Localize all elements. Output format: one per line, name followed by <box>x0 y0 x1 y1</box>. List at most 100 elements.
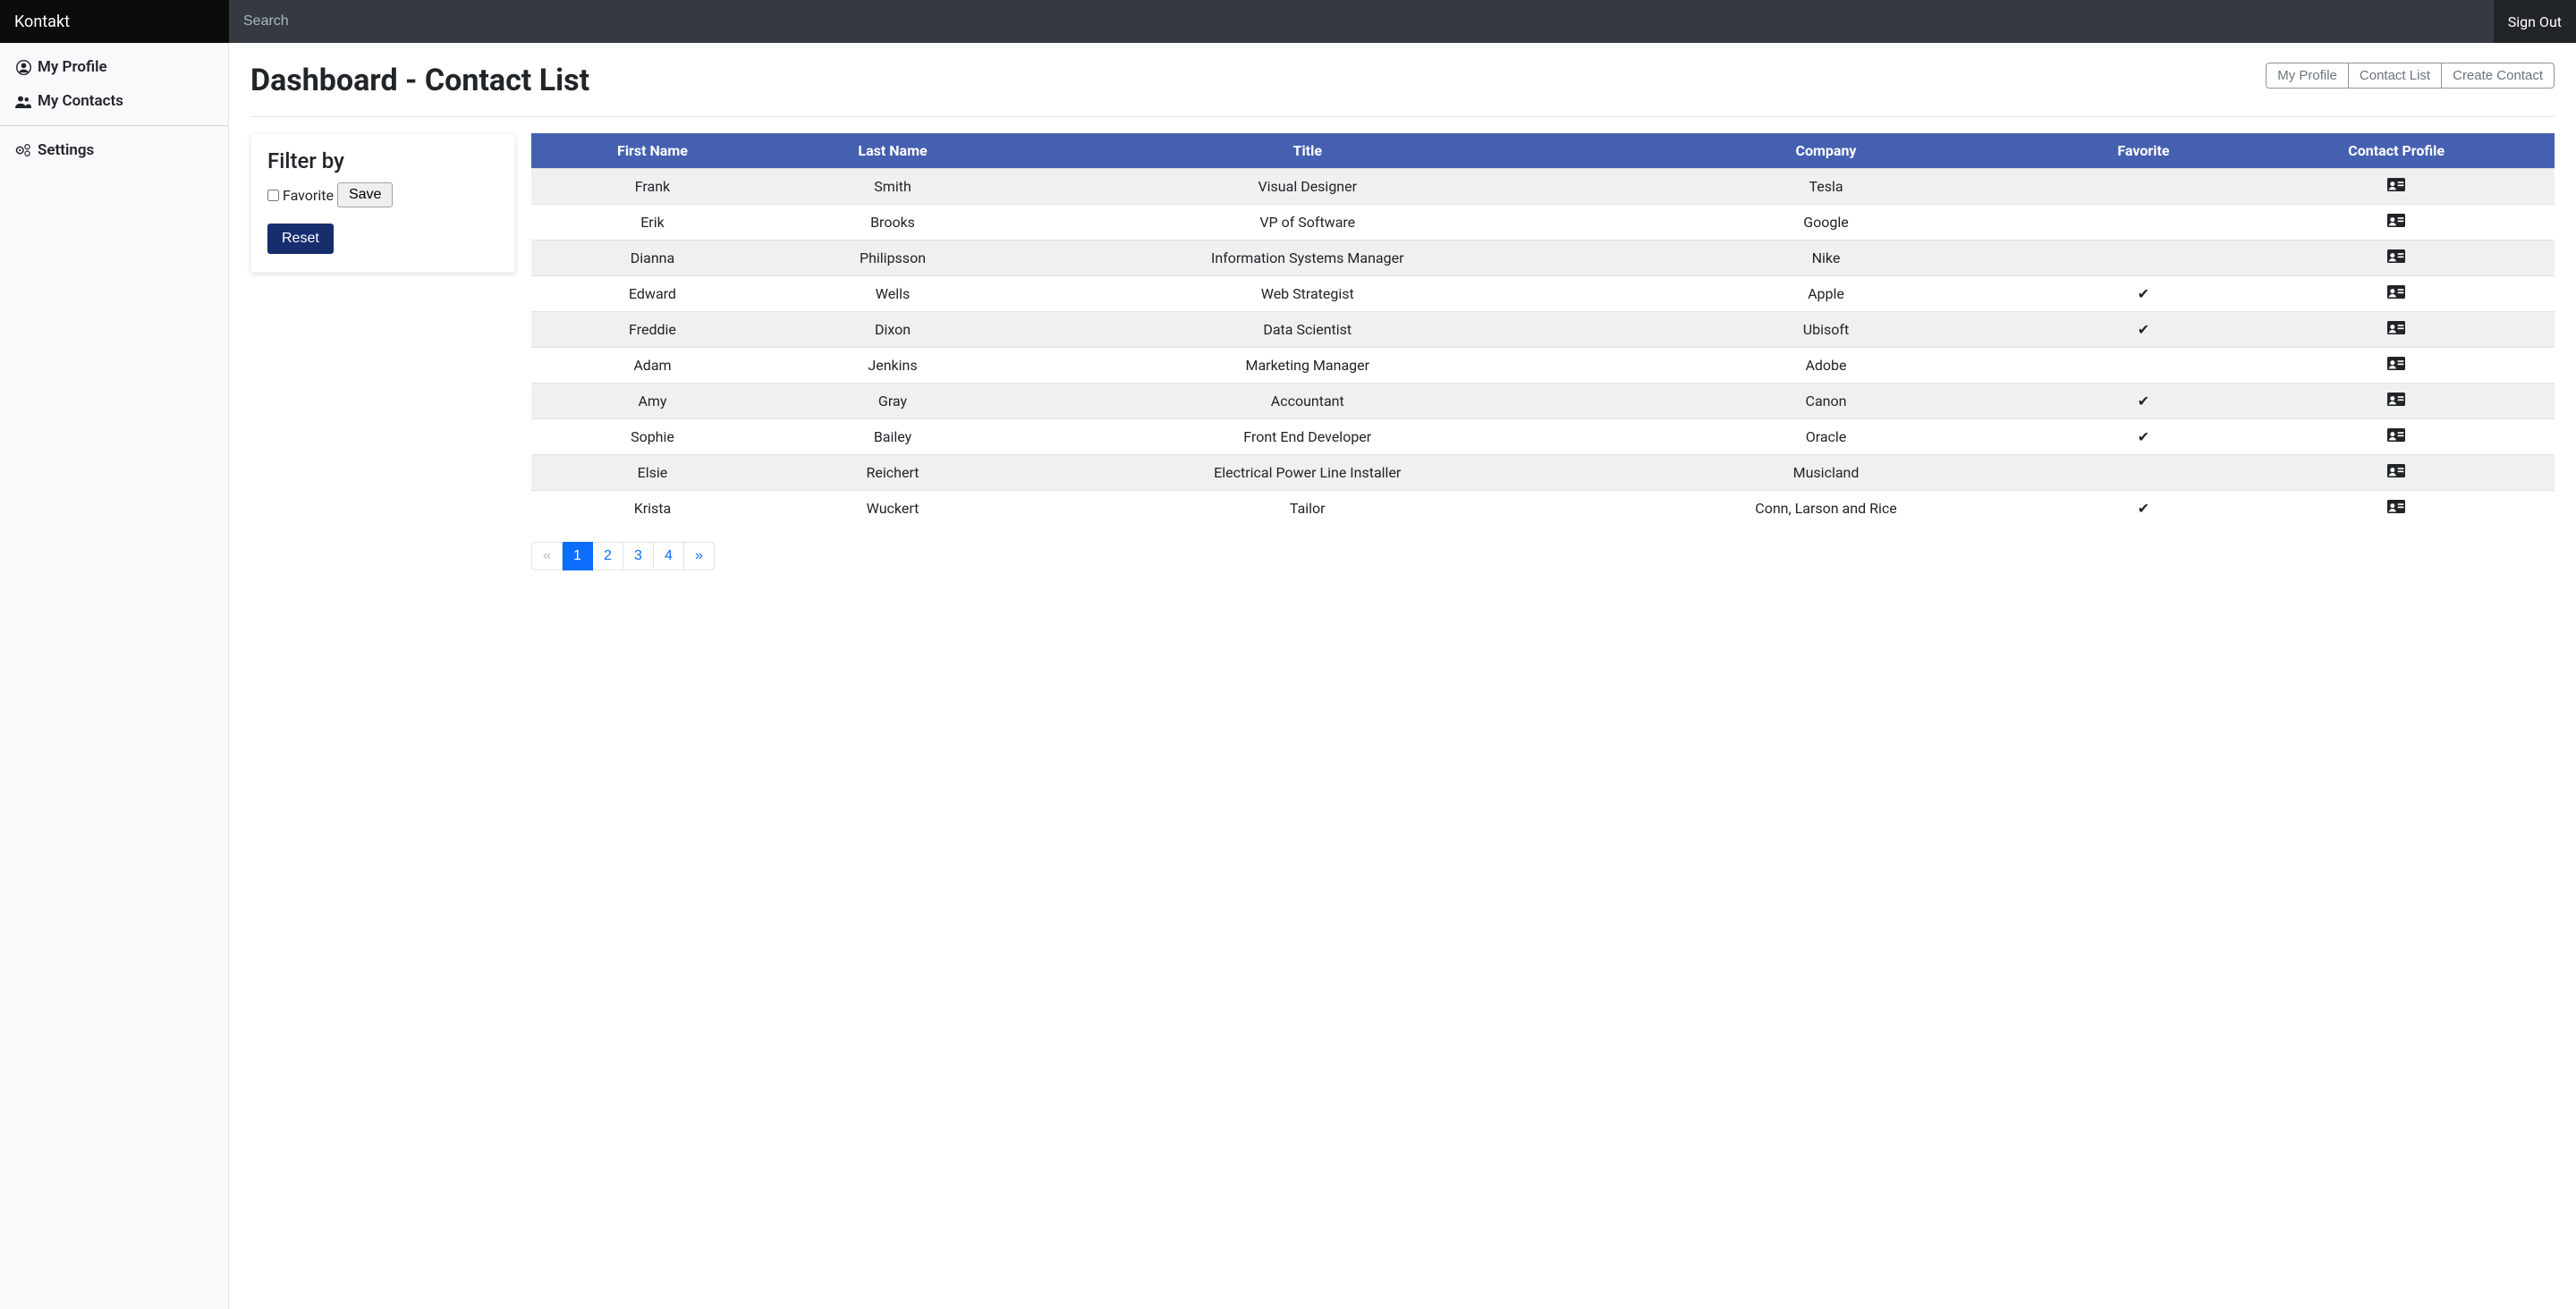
cell-last-name: Brooks <box>774 205 1012 241</box>
table-row: AdamJenkinsMarketing ManagerAdobe <box>531 348 2555 384</box>
cell-favorite <box>2049 169 2239 205</box>
cell-last-name: Jenkins <box>774 348 1012 384</box>
filter-row: Favorite Save <box>267 182 498 207</box>
id-card-icon[interactable] <box>2387 178 2405 191</box>
cell-first-name: Freddie <box>531 312 774 348</box>
create-contact-button[interactable]: Create Contact <box>2442 63 2555 89</box>
cell-company: Ubisoft <box>1603 312 2048 348</box>
sidebar: My Profile My Contacts Settings <box>0 43 229 1309</box>
sign-out-button[interactable]: Sign Out <box>2494 0 2576 43</box>
cell-favorite: ✔ <box>2049 419 2239 455</box>
cell-first-name: Krista <box>531 491 774 527</box>
page-3[interactable]: 3 <box>623 542 654 570</box>
cell-favorite: ✔ <box>2049 312 2239 348</box>
id-card-icon[interactable] <box>2387 428 2405 442</box>
sidebar-item-my-profile[interactable]: My Profile <box>0 50 228 84</box>
id-card-icon[interactable] <box>2387 214 2405 227</box>
cell-favorite: ✔ <box>2049 276 2239 312</box>
cell-last-name: Bailey <box>774 419 1012 455</box>
id-card-icon[interactable] <box>2387 321 2405 334</box>
save-button[interactable]: Save <box>337 182 393 207</box>
id-card-icon[interactable] <box>2387 500 2405 513</box>
col-last-name: Last Name <box>774 133 1012 169</box>
page-next[interactable]: » <box>684 542 715 570</box>
col-company: Company <box>1603 133 2048 169</box>
id-card-icon[interactable] <box>2387 249 2405 263</box>
cell-company: Canon <box>1603 384 2048 419</box>
brand-title: Kontakt <box>0 0 229 43</box>
sidebar-item-label: My Profile <box>38 58 107 76</box>
user-circle-icon <box>14 60 32 75</box>
table-row: FrankSmithVisual DesignerTesla <box>531 169 2555 205</box>
id-card-icon[interactable] <box>2387 464 2405 477</box>
id-card-icon[interactable] <box>2387 285 2405 299</box>
sidebar-settings-group: Settings <box>0 126 228 174</box>
users-icon <box>14 95 32 108</box>
favorite-checkbox[interactable] <box>267 190 279 201</box>
reset-button[interactable]: Reset <box>267 224 334 254</box>
table-body: FrankSmithVisual DesignerTeslaErikBrooks… <box>531 169 2555 527</box>
cell-contact-profile <box>2238 241 2555 276</box>
cell-contact-profile <box>2238 205 2555 241</box>
sidebar-item-my-contacts[interactable]: My Contacts <box>0 84 228 118</box>
cell-contact-profile <box>2238 169 2555 205</box>
cell-title: Data Scientist <box>1012 312 1603 348</box>
sidebar-item-label: Settings <box>38 141 94 159</box>
cell-contact-profile <box>2238 276 2555 312</box>
cell-contact-profile <box>2238 455 2555 491</box>
col-contact-profile: Contact Profile <box>2238 133 2555 169</box>
cell-contact-profile <box>2238 312 2555 348</box>
id-card-icon[interactable] <box>2387 357 2405 370</box>
search-input[interactable] <box>229 0 2494 43</box>
page-prev: « <box>531 542 563 570</box>
sidebar-main-group: My Profile My Contacts <box>0 43 228 126</box>
cell-title: Electrical Power Line Installer <box>1012 455 1603 491</box>
cell-title: VP of Software <box>1012 205 1603 241</box>
cell-first-name: Amy <box>531 384 774 419</box>
layout: My Profile My Contacts Settings Dashboar… <box>0 43 2576 1309</box>
cell-favorite: ✔ <box>2049 384 2239 419</box>
cell-favorite <box>2049 241 2239 276</box>
cell-contact-profile <box>2238 348 2555 384</box>
contacts-table: First Name Last Name Title Company Favor… <box>531 133 2555 526</box>
cell-title: Information Systems Manager <box>1012 241 1603 276</box>
cell-company: Tesla <box>1603 169 2048 205</box>
page-2[interactable]: 2 <box>593 542 623 570</box>
table-area: First Name Last Name Title Company Favor… <box>531 133 2555 570</box>
contact-list-button[interactable]: Contact List <box>2349 63 2442 89</box>
page-1[interactable]: 1 <box>563 542 593 570</box>
cell-last-name: Wuckert <box>774 491 1012 527</box>
cell-title: Web Strategist <box>1012 276 1603 312</box>
cell-last-name: Reichert <box>774 455 1012 491</box>
sidebar-item-settings[interactable]: Settings <box>0 133 228 167</box>
col-first-name: First Name <box>531 133 774 169</box>
cell-company: Conn, Larson and Rice <box>1603 491 2048 527</box>
cell-last-name: Dixon <box>774 312 1012 348</box>
cell-company: Google <box>1603 205 2048 241</box>
cell-title: Front End Developer <box>1012 419 1603 455</box>
cell-last-name: Wells <box>774 276 1012 312</box>
cell-first-name: Dianna <box>531 241 774 276</box>
col-title: Title <box>1012 133 1603 169</box>
cell-favorite <box>2049 348 2239 384</box>
cell-last-name: Smith <box>774 169 1012 205</box>
cogs-icon <box>14 143 32 157</box>
cell-title: Marketing Manager <box>1012 348 1603 384</box>
header-button-group: My Profile Contact List Create Contact <box>2266 63 2555 89</box>
my-profile-button[interactable]: My Profile <box>2266 63 2349 89</box>
page-header: Dashboard - Contact List My Profile Cont… <box>250 63 2555 117</box>
id-card-icon[interactable] <box>2387 393 2405 406</box>
cell-first-name: Erik <box>531 205 774 241</box>
table-row: ElsieReichertElectrical Power Line Insta… <box>531 455 2555 491</box>
cell-favorite: ✔ <box>2049 491 2239 527</box>
table-head: First Name Last Name Title Company Favor… <box>531 133 2555 169</box>
content-row: Filter by Favorite Save Reset First Name… <box>250 133 2555 570</box>
cell-title: Accountant <box>1012 384 1603 419</box>
cell-company: Oracle <box>1603 419 2048 455</box>
table-row: FreddieDixonData ScientistUbisoft✔ <box>531 312 2555 348</box>
main: Dashboard - Contact List My Profile Cont… <box>229 43 2576 1309</box>
cell-favorite <box>2049 205 2239 241</box>
cell-last-name: Gray <box>774 384 1012 419</box>
page-4[interactable]: 4 <box>654 542 684 570</box>
table-row: KristaWuckertTailorConn, Larson and Rice… <box>531 491 2555 527</box>
